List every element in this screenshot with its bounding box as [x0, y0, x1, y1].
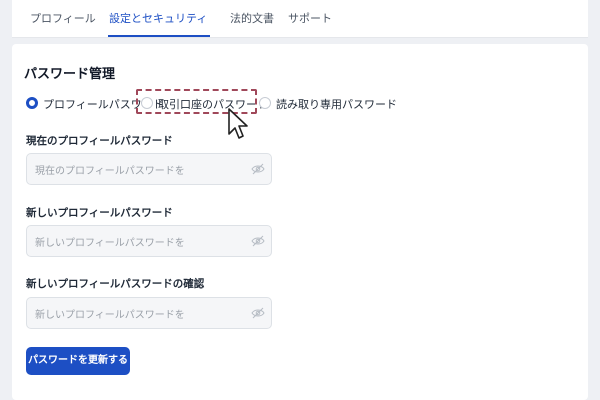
current-password-field[interactable]: 現在のプロフィールパスワードを入力し	[26, 153, 272, 185]
radio-button[interactable]	[259, 97, 271, 109]
confirm-password-placeholder: 新しいプロフィールパスワードを再入力	[35, 310, 185, 321]
confirm-password-field[interactable]: 新しいプロフィールパスワードを再入力	[26, 297, 272, 329]
new-password-field[interactable]: 新しいプロフィールパスワードを入力して	[26, 225, 272, 257]
tab-support[interactable]: サポート	[288, 10, 332, 26]
radio-label: 読み取り専用パスワード	[276, 98, 397, 111]
tab-legal-documents[interactable]: 法的文書	[230, 10, 274, 26]
radio-button-checked[interactable]	[26, 97, 38, 109]
update-password-button[interactable]: パスワードを更新する	[26, 347, 130, 375]
eye-off-icon[interactable]	[251, 235, 265, 247]
tab-settings-security[interactable]: 設定とセキュリティ	[109, 10, 207, 26]
active-tab-indicator	[108, 35, 210, 37]
password-management-card: パスワード管理 プロフィールパスワード 取引口座のパスワード 読み取り専用パスワ…	[12, 44, 588, 400]
tab-profile[interactable]: プロフィール	[30, 10, 96, 26]
eye-off-icon[interactable]	[251, 307, 265, 319]
current-password-placeholder: 現在のプロフィールパスワードを入力し	[35, 166, 185, 177]
new-password-label: 新しいプロフィールパスワード	[26, 207, 173, 219]
eye-off-icon[interactable]	[251, 163, 265, 175]
radio-read-only-password[interactable]: 読み取り専用パスワード	[259, 96, 397, 112]
radio-profile-password[interactable]: プロフィールパスワード	[26, 96, 164, 112]
section-title: パスワード管理	[24, 67, 116, 82]
confirm-password-label: 新しいプロフィールパスワードの確認	[26, 278, 205, 290]
current-password-label: 現在のプロフィールパスワード	[26, 135, 173, 147]
tab-bar: プロフィール 設定とセキュリティ 法的文書 サポート	[12, 0, 588, 38]
new-password-placeholder: 新しいプロフィールパスワードを入力して	[35, 238, 185, 249]
mouse-pointer-icon	[228, 108, 248, 139]
